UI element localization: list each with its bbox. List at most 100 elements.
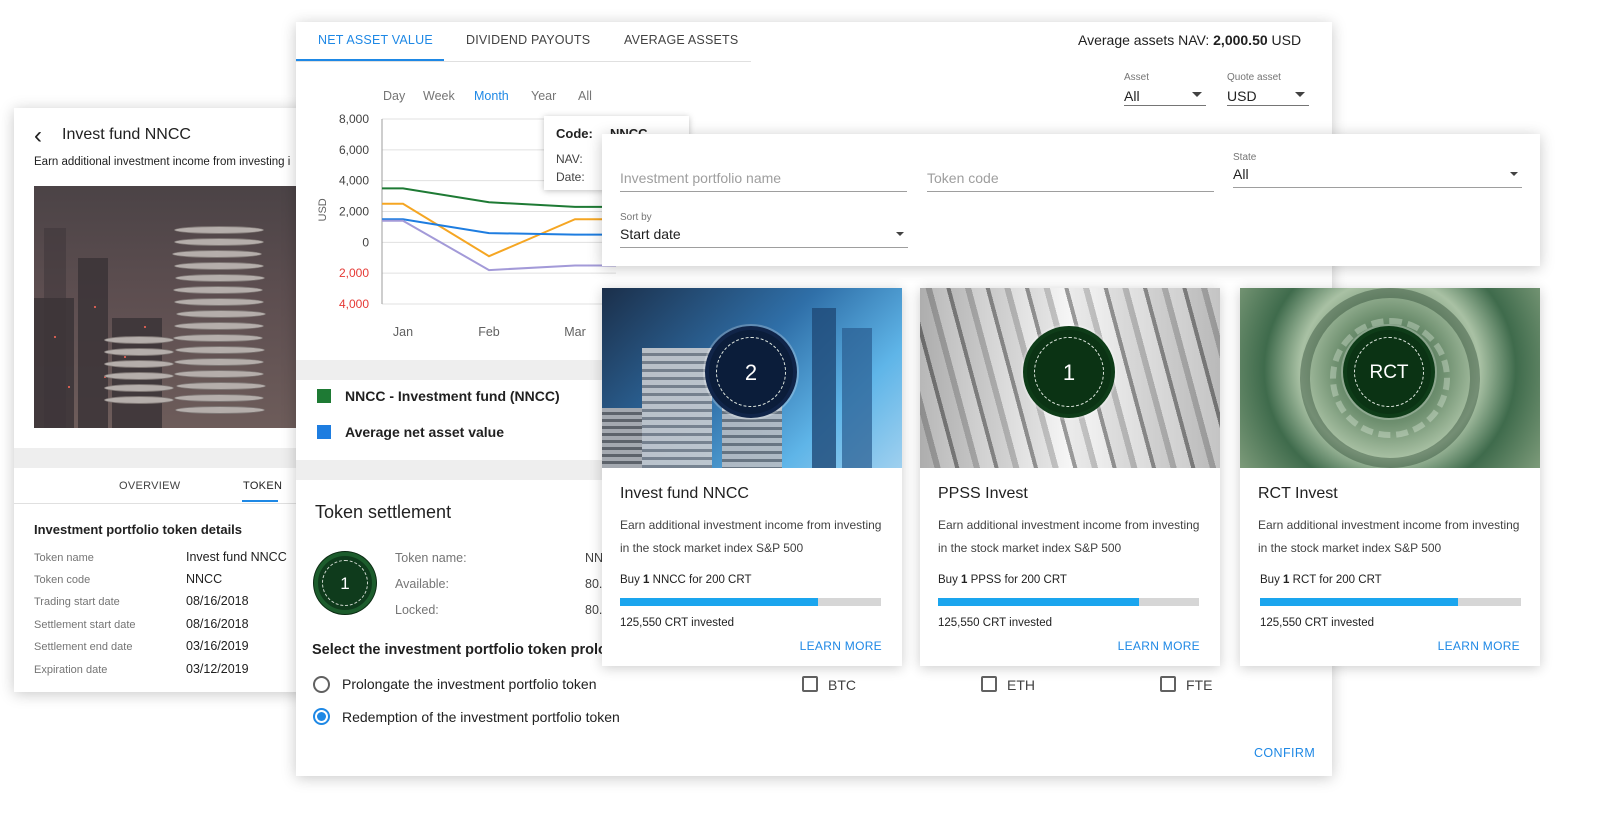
radio-prolongate[interactable]	[313, 676, 330, 693]
buy-suffix: NNCC for 200 CRT	[652, 574, 752, 586]
prolongation-question: Select the investment portfolio token pr…	[312, 642, 607, 658]
checkbox-label: BTC	[828, 677, 856, 693]
portfolio-badge: RCT	[1343, 326, 1435, 418]
tab-token[interactable]: TOKEN	[243, 480, 282, 492]
tab-overview[interactable]: OVERVIEW	[119, 480, 181, 492]
period-month[interactable]: Month	[474, 89, 509, 103]
token-badge: 1	[314, 552, 376, 614]
detail-value: 08/16/2018	[186, 594, 249, 608]
active-tab-indicator	[296, 59, 444, 61]
checkbox-fte[interactable]	[1160, 676, 1176, 692]
divider	[296, 460, 602, 480]
portfolio-card[interactable]: 1 PPSS Invest Earn additional investment…	[920, 288, 1220, 666]
quote-asset-value: USD	[1227, 88, 1257, 104]
fund-subtitle: Earn additional investment income from i…	[34, 156, 291, 168]
token-settlement-title: Token settlement	[315, 502, 452, 522]
learn-more-button[interactable]: LEARN MORE	[800, 639, 882, 653]
sort-select[interactable]: Sort by Start date	[620, 206, 908, 248]
portfolio-description: Earn additional investment income from i…	[620, 518, 882, 555]
tab-net-asset-value[interactable]: NET ASSET VALUE	[318, 33, 433, 47]
portfolio-description: Earn additional investment income from i…	[938, 518, 1200, 555]
checkbox-label: ETH	[1007, 677, 1035, 693]
radio-redemption[interactable]	[313, 708, 330, 725]
tab-dividend-payouts[interactable]: DIVIDEND PAYOUTS	[466, 33, 590, 47]
chevron-down-icon	[1192, 92, 1202, 97]
tab-average-assets[interactable]: AVERAGE ASSETS	[624, 33, 738, 47]
chevron-down-icon	[1295, 92, 1305, 97]
buy-suffix: RCT for 200 CRT	[1292, 574, 1382, 586]
invested-amount: 125,550 CRT invested	[620, 617, 735, 629]
asset-select[interactable]: Asset All	[1124, 72, 1206, 106]
buy-suffix: PPSS for 200 CRT	[970, 574, 1067, 586]
legend-swatch	[317, 425, 331, 439]
series-line	[382, 218, 616, 236]
sort-value: Start date	[620, 226, 681, 242]
y-tick-label: 0	[362, 235, 369, 249]
fund-detail-panel: ‹ Invest fund NNCC Earn additional inves…	[14, 108, 314, 692]
detail-value: 03/16/2019	[186, 639, 249, 653]
buy-info: Buy 1 RCT for 200 CRT	[1260, 574, 1382, 586]
asset-select-value: All	[1124, 88, 1140, 104]
confirm-button[interactable]: CONFIRM	[1254, 746, 1315, 760]
detail-value: 08/16/2018	[186, 617, 249, 631]
buy-info: Buy 1 NNCC for 200 CRT	[620, 574, 751, 586]
state-select[interactable]: State All	[1233, 146, 1522, 188]
buy-quantity: 1	[961, 574, 968, 586]
detail-label: Settlement start date	[34, 619, 136, 631]
period-week[interactable]: Week	[423, 89, 455, 103]
fund-tabs: OVERVIEW TOKEN	[14, 474, 314, 504]
divider	[296, 360, 602, 380]
learn-more-button[interactable]: LEARN MORE	[1438, 639, 1520, 653]
y-tick-label: 2,000	[339, 205, 369, 219]
detail-label: Trading start date	[34, 596, 120, 608]
period-year[interactable]: Year	[531, 89, 556, 103]
invested-amount: 125,550 CRT invested	[938, 617, 1053, 629]
settlement-label: Available:	[395, 577, 449, 591]
checkbox-eth[interactable]	[981, 676, 997, 692]
quote-asset-select[interactable]: Quote asset USD	[1227, 72, 1309, 106]
buy-prefix: Buy	[938, 574, 958, 586]
fund-hero-image	[34, 186, 314, 428]
divider	[14, 448, 314, 468]
portfolio-name: RCT Invest	[1258, 485, 1338, 502]
y-tick-label: 4,000	[339, 297, 369, 311]
quote-asset-label: Quote asset	[1227, 72, 1281, 83]
radio-label: Redemption of the investment portfolio t…	[342, 709, 620, 725]
portfolio-filters-panel: Investment portfolio name Token code Sta…	[602, 134, 1540, 266]
detail-label: Expiration date	[34, 664, 108, 676]
invested-amount: 125,550 CRT invested	[1260, 617, 1375, 629]
back-arrow-icon[interactable]: ‹	[34, 124, 42, 148]
portfolio-name-input[interactable]: Investment portfolio name	[620, 152, 907, 192]
y-tick-label: 6,000	[339, 143, 369, 157]
legend-swatch	[317, 389, 331, 403]
portfolio-badge: 1	[1023, 326, 1115, 418]
portfolio-card[interactable]: 2 Invest fund NNCC Earn additional inves…	[602, 288, 902, 666]
y-tick-label: 4,000	[339, 174, 369, 188]
checkbox-label: FTE	[1186, 677, 1213, 693]
checkbox-btc[interactable]	[802, 676, 818, 692]
buy-prefix: Buy	[620, 574, 640, 586]
buy-info: Buy 1 PPSS for 200 CRT	[938, 574, 1067, 586]
detail-value: Invest fund NNCC	[186, 550, 287, 564]
state-value: All	[1233, 166, 1249, 182]
portfolio-name-placeholder: Investment portfolio name	[620, 170, 782, 186]
badge-text: 1	[1062, 360, 1076, 385]
active-tab-indicator	[242, 500, 278, 502]
learn-more-button[interactable]: LEARN MORE	[1118, 639, 1200, 653]
legend-item-nncc: NNCC - Investment fund (NNCC)	[317, 388, 560, 404]
average-nav-summary: Average assets NAV: 2,000.50 USD	[1078, 32, 1301, 48]
y-tick-label: 2,000	[339, 266, 369, 280]
settlement-value: 80.	[585, 603, 603, 617]
token-code-input[interactable]: Token code	[927, 152, 1214, 192]
settlement-value: NN	[585, 551, 604, 565]
portfolio-card[interactable]: RCT RCT Invest Earn additional investmen…	[1240, 288, 1540, 666]
detail-label: Token code	[34, 574, 91, 586]
detail-value: NNCC	[186, 572, 223, 586]
asset-select-label: Asset	[1124, 72, 1150, 83]
sort-label: Sort by	[620, 212, 652, 223]
period-all[interactable]: All	[578, 89, 592, 103]
x-tick-label: Feb	[478, 325, 500, 339]
buy-quantity: 1	[643, 574, 650, 586]
period-day[interactable]: Day	[383, 89, 405, 103]
chart-tabs: NET ASSET VALUE DIVIDEND PAYOUTS AVERAGE…	[296, 22, 751, 62]
